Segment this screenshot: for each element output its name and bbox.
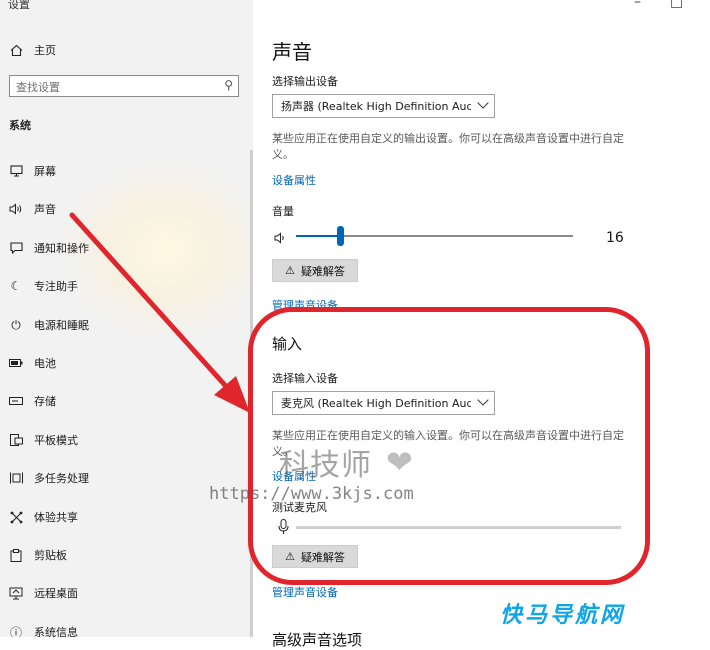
watermark-url: https://www.3kjs.com bbox=[209, 484, 414, 504]
watermark-brand: 快马导航网 bbox=[500, 603, 626, 628]
heart-icon: ❤ bbox=[386, 443, 413, 481]
red-arrow-annotation bbox=[69, 212, 250, 413]
watermark-site-name: 科技师 bbox=[279, 448, 372, 483]
